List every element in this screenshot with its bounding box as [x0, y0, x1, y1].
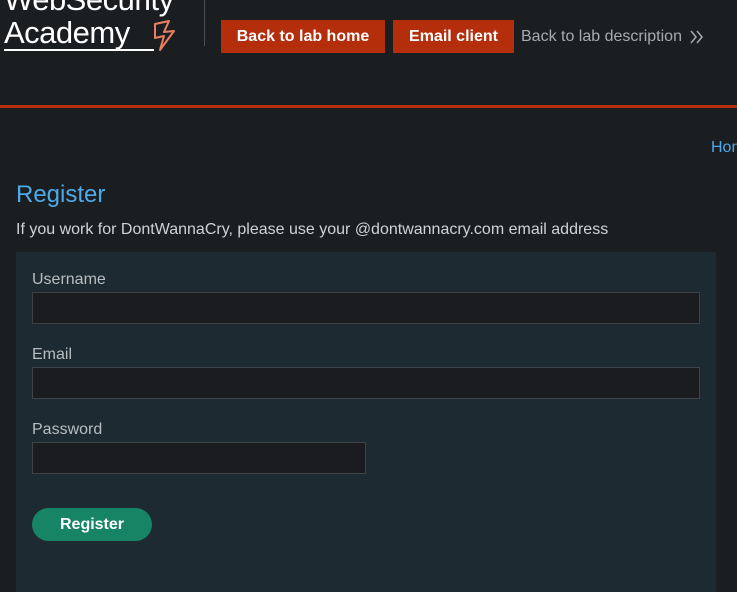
page-title: Register: [16, 181, 106, 208]
username-label: Username: [32, 271, 106, 288]
site-header: WebSecurity Academy Back to lab home Ema…: [0, 0, 737, 108]
double-chevron-right-icon: [690, 30, 703, 44]
back-to-lab-description-link[interactable]: Back to lab description: [521, 27, 682, 47]
page-description: If you work for DontWannaCry, please use…: [16, 221, 609, 238]
register-form: Username Email Password Register: [16, 252, 716, 592]
back-to-lab-home-button[interactable]: Back to lab home: [221, 20, 385, 53]
logo-text-line2: Academy: [4, 15, 130, 50]
password-label: Password: [32, 421, 103, 438]
logo-underline: [4, 49, 154, 51]
logo-text-line1: WebSecurity: [4, 0, 174, 15]
register-button[interactable]: Register: [32, 508, 152, 541]
username-input[interactable]: [32, 292, 700, 324]
password-input[interactable]: [32, 442, 366, 474]
websecurity-academy-logo[interactable]: WebSecurity Academy: [2, 0, 202, 56]
nav-home-link[interactable]: Home: [711, 139, 737, 157]
email-input[interactable]: [32, 367, 700, 399]
lightning-bolt-icon: [154, 20, 175, 51]
email-client-button[interactable]: Email client: [393, 20, 514, 53]
header-divider: [204, 0, 205, 46]
email-label: Email: [32, 346, 73, 363]
